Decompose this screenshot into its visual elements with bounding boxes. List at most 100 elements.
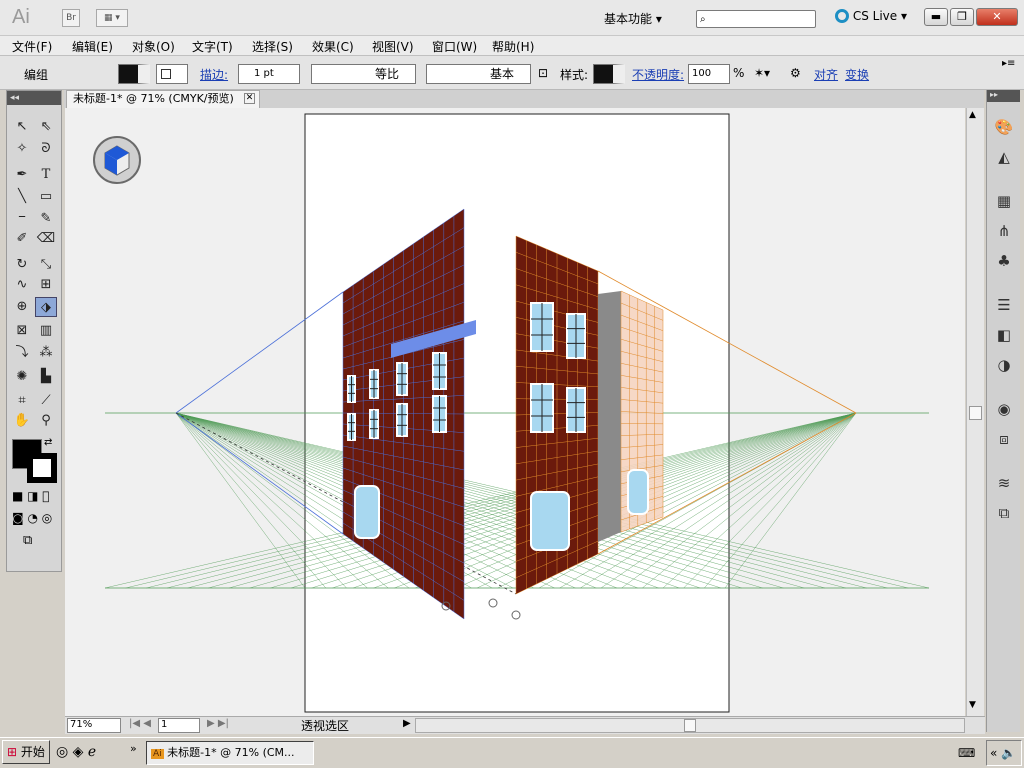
blend-icon[interactable]: ⁂ xyxy=(35,343,57,363)
symbol-sprayer-icon[interactable]: ✺ xyxy=(11,367,33,387)
artboard-number-field[interactable]: 1 xyxy=(158,718,200,733)
horizontal-scrollbar[interactable] xyxy=(415,718,965,733)
volume-icon[interactable]: 🔈 xyxy=(1001,746,1016,760)
menu-object[interactable]: 对象(O) xyxy=(132,38,175,55)
eyedropper-icon[interactable]: ⤵ xyxy=(11,343,33,363)
arrange-documents-button[interactable]: ▦ ▾ xyxy=(96,9,128,27)
symbols-icon[interactable]: ♣ xyxy=(993,250,1015,272)
perspective-selection-icon[interactable]: ⬗ xyxy=(35,297,57,317)
scroll-up-icon[interactable]: ▲ xyxy=(969,110,976,120)
graphic-styles-icon[interactable]: ⧈ xyxy=(993,428,1015,450)
menu-help[interactable]: 帮助(H) xyxy=(492,38,534,55)
artwork[interactable] xyxy=(65,108,965,716)
stroke-panel-link[interactable]: 描边: xyxy=(200,66,228,83)
magic-wand-icon[interactable]: ✧ xyxy=(11,139,33,159)
recolor-artwork-icon[interactable]: ✶▾ xyxy=(754,66,770,80)
eraser-icon[interactable]: ⌫ xyxy=(35,229,57,249)
taskbar-app-illustrator[interactable]: Ai 未标题-1* @ 71% (CM... xyxy=(146,741,314,765)
artboard-icon[interactable]: ⌗ xyxy=(11,391,33,411)
drawing-modes-icon[interactable]: ◙ ◔ ◎ xyxy=(12,511,52,525)
pencil-icon[interactable]: ✎ xyxy=(35,209,57,229)
align-panel-link[interactable]: 对齐 xyxy=(814,66,838,83)
rotate-icon[interactable]: ↻ xyxy=(11,255,33,275)
artboard-nav-icons[interactable]: |◀ ◀ xyxy=(129,718,151,729)
menu-select[interactable]: 选择(S) xyxy=(252,38,293,55)
hand-icon[interactable]: ✋ xyxy=(11,411,33,431)
cs-live-button[interactable]: CS Live ▾ xyxy=(835,9,907,23)
artboard-nav-next-icons[interactable]: ▶ ▶| xyxy=(207,718,229,729)
system-tray[interactable]: « 🔈 xyxy=(986,740,1022,766)
gradient-icon[interactable]: ▥ xyxy=(35,321,57,341)
mesh-icon[interactable]: ⊠ xyxy=(11,321,33,341)
status-menu-icon[interactable]: ▶ xyxy=(403,718,411,729)
transform-panel-link[interactable]: 变换 xyxy=(845,66,869,83)
search-input[interactable]: ⌕ xyxy=(696,10,816,28)
scroll-down-icon[interactable]: ▼ xyxy=(969,700,976,710)
close-tab-icon[interactable]: ✕ xyxy=(244,93,255,104)
menu-edit[interactable]: 编辑(E) xyxy=(72,38,113,55)
opacity-field[interactable]: 100 xyxy=(688,64,730,84)
minimize-button[interactable]: ▬ xyxy=(924,8,948,26)
workspace-switcher[interactable]: 基本功能 ▾ xyxy=(604,10,662,27)
screen-mode-icon[interactable]: ⧉ xyxy=(23,533,32,548)
brush-definition-select[interactable]: 基本 xyxy=(426,64,531,84)
line-icon[interactable]: ╲ xyxy=(11,187,33,207)
fill-color-swatch[interactable] xyxy=(118,64,150,84)
dock-collapse-icon[interactable]: ▸▸ xyxy=(987,90,1020,102)
rectangle-icon[interactable]: ▭ xyxy=(35,187,57,207)
swap-fill-stroke-icon[interactable]: ⇄ xyxy=(44,437,52,448)
blob-brush-icon[interactable]: ✐ xyxy=(11,229,33,249)
stroke-color-swatch[interactable] xyxy=(156,64,188,84)
zoom-icon[interactable]: ⚲ xyxy=(35,411,57,431)
menu-effect[interactable]: 效果(C) xyxy=(312,38,354,55)
zoom-field[interactable]: 71% xyxy=(67,718,121,733)
tray-expand-icon[interactable]: « xyxy=(990,746,997,760)
menu-type[interactable]: 文字(T) xyxy=(192,38,233,55)
menu-view[interactable]: 视图(V) xyxy=(372,38,414,55)
shape-builder-icon[interactable]: ⊕ xyxy=(11,297,33,317)
gradient-panel-icon[interactable]: ◧ xyxy=(993,324,1015,346)
appearance-icon[interactable]: ◉ xyxy=(993,398,1015,420)
scroll-thumb[interactable] xyxy=(969,406,982,420)
color-modes-icon[interactable]: ■ ◨ ⃠ xyxy=(12,489,50,503)
layers-icon[interactable]: ≋ xyxy=(993,472,1015,494)
transparency-icon[interactable]: ◑ xyxy=(993,354,1015,376)
start-button[interactable]: ⊞ 开始 xyxy=(2,740,50,764)
direct-selection-icon[interactable]: ⇖ xyxy=(35,117,57,137)
paintbrush-icon[interactable]: ⲻ xyxy=(11,209,33,229)
vertical-scrollbar[interactable]: ▲ ▼ xyxy=(966,108,984,718)
artboards-icon[interactable]: ⧉ xyxy=(993,502,1015,524)
type-icon[interactable]: T xyxy=(35,165,57,185)
free-transform-icon[interactable]: ⊞ xyxy=(35,275,57,295)
document-setup-icon[interactable]: ⚙ xyxy=(790,66,801,80)
brushes-icon[interactable]: ⋔ xyxy=(993,220,1015,242)
panel-menu-icon[interactable]: ▸≡ xyxy=(1002,58,1015,69)
graphic-style-swatch[interactable] xyxy=(593,64,625,84)
h-scroll-thumb[interactable] xyxy=(684,719,696,732)
menu-file[interactable]: 文件(F) xyxy=(12,38,52,55)
document-tab[interactable]: 未标题-1* @ 71% (CMYK/预览) ✕ xyxy=(66,90,260,108)
slice-icon[interactable]: ⟋ xyxy=(35,391,57,411)
tools-panel-header[interactable]: ◂◂ xyxy=(7,91,61,105)
quicklaunch-icons[interactable]: ◎ ◈ ℯ xyxy=(56,744,96,760)
color-guide-icon[interactable]: ◭ xyxy=(993,146,1015,168)
graph-icon[interactable]: ▙ xyxy=(35,367,57,387)
restore-button[interactable]: ❐ xyxy=(950,8,974,26)
close-button[interactable]: ✕ xyxy=(976,8,1018,26)
pen-icon[interactable]: ✒ xyxy=(11,165,33,185)
scale-icon[interactable]: ⤡ xyxy=(35,255,57,275)
swatches-icon[interactable]: ▦ xyxy=(993,190,1015,212)
keyboard-icon[interactable]: ⌨ xyxy=(958,746,975,760)
warp-icon[interactable]: ∿ xyxy=(11,275,33,295)
menu-window[interactable]: 窗口(W) xyxy=(432,38,477,55)
stroke-weight-field[interactable]: 1 pt xyxy=(238,64,300,84)
opacity-panel-link[interactable]: 不透明度: xyxy=(632,66,684,83)
stroke-panel-icon[interactable]: ☰ xyxy=(993,294,1015,316)
brush-options-icon[interactable]: ⊡ xyxy=(538,66,548,80)
color-panel-icon[interactable]: 🎨 xyxy=(993,116,1015,138)
canvas-area[interactable] xyxy=(65,108,965,716)
selection-icon[interactable]: ↖ xyxy=(11,117,33,137)
lasso-icon[interactable]: ᘐ xyxy=(35,139,57,159)
variable-width-profile-select[interactable]: 等比 xyxy=(311,64,416,84)
taskbar-more-icon[interactable]: » xyxy=(130,742,137,755)
